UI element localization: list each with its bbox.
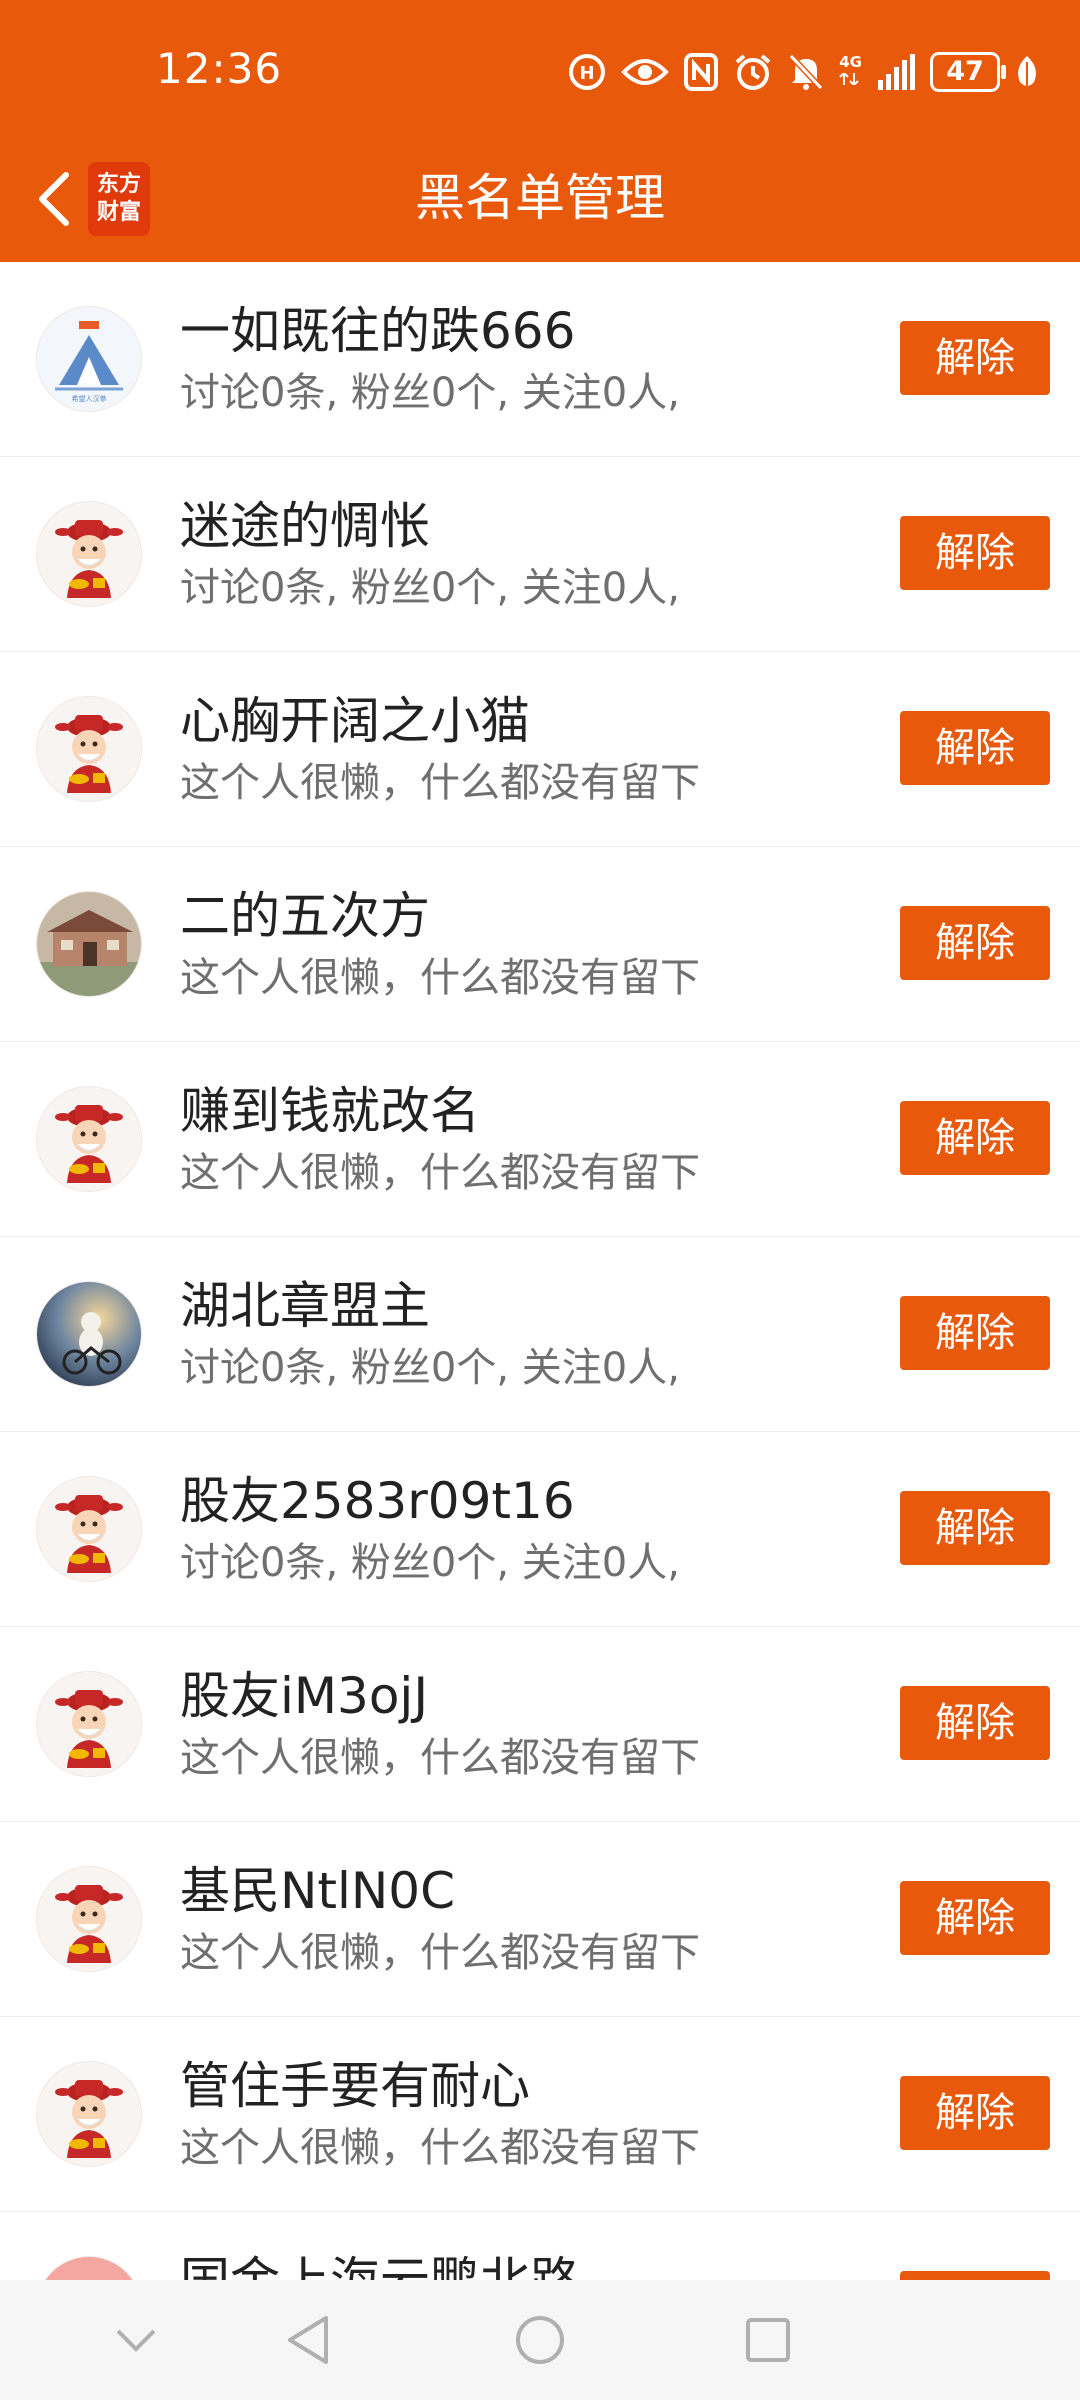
user-name: 心胸开阔之小猫 xyxy=(180,692,530,750)
avatar[interactable] xyxy=(36,2061,142,2167)
eye-icon xyxy=(621,59,670,85)
blacklist-row[interactable]: 股友2583r09t16 讨论0条, 粉丝0个, 关注0人, 解除 xyxy=(0,1432,1080,1627)
app-header: 12:36 H 4G 47 东方 财富 黑名单管理 xyxy=(0,0,1080,262)
avatar[interactable] xyxy=(36,2256,142,2280)
alarm-icon xyxy=(735,54,771,90)
signal-arrows-icon xyxy=(839,71,859,87)
user-description: 讨论0条, 粉丝0个, 关注0人, xyxy=(180,1540,680,1586)
avatar[interactable] xyxy=(36,1476,142,1582)
user-name: 赚到钱就改名 xyxy=(180,1082,480,1140)
square-recents-icon xyxy=(746,2318,790,2362)
user-description: 讨论0条, 粉丝0个, 关注0人, xyxy=(180,370,680,416)
chevron-down-icon xyxy=(116,2329,156,2352)
nav-bar: 东方 财富 黑名单管理 xyxy=(0,140,1080,262)
nfc-icon xyxy=(684,53,719,91)
user-description: 这个人很懒，什么都没有留下 xyxy=(180,2125,700,2171)
page-title: 黑名单管理 xyxy=(415,169,665,227)
user-name: 管住手要有耐心 xyxy=(180,2057,530,2115)
user-description: 这个人很懒，什么都没有留下 xyxy=(180,1735,700,1781)
user-name: 湖北章盟主 xyxy=(180,1277,430,1335)
avatar[interactable] xyxy=(36,891,142,997)
user-name: 迷途的惆怅 xyxy=(180,497,430,555)
avatar[interactable] xyxy=(36,1281,142,1387)
blacklist-row[interactable]: 国金上海云鹏北路解除 xyxy=(0,2212,1080,2280)
blacklist-row[interactable]: 股友iM3ojJ 这个人很懒，什么都没有留下 解除 xyxy=(0,1627,1080,1822)
signal-icon xyxy=(878,54,915,90)
remove-button[interactable]: 解除 xyxy=(900,711,1050,785)
blacklist: 希望人汉拳 一如既往的跌666 讨论0条, 粉丝0个, 关注0人, 解除 迷途的惆怅 讨论… xyxy=(0,262,1080,2280)
avatar[interactable] xyxy=(36,501,142,607)
remove-button[interactable]: 解除 xyxy=(900,321,1050,395)
blacklist-row[interactable]: 希望人汉拳 一如既往的跌666 讨论0条, 粉丝0个, 关注0人, 解除 xyxy=(0,262,1080,457)
avatar[interactable] xyxy=(36,696,142,802)
hd-call-icon: H xyxy=(569,54,606,90)
user-name: 二的五次方 xyxy=(180,887,430,945)
remove-button[interactable]: 解除 xyxy=(900,2076,1050,2150)
blacklist-row[interactable]: 赚到钱就改名这个人很懒，什么都没有留下 解除 xyxy=(0,1042,1080,1237)
network-type-label: 4G xyxy=(839,55,862,89)
triangle-back-icon xyxy=(288,2316,328,2364)
blacklist-row[interactable]: 基民NtlN0C 这个人很懒，什么都没有留下 解除 xyxy=(0,1822,1080,2017)
user-description: 这个人很懒，什么都没有留下 xyxy=(180,955,700,1001)
user-description: 这个人很懒，什么都没有留下 xyxy=(180,1930,700,1976)
avatar[interactable] xyxy=(36,1866,142,1972)
battery-indicator: 47 xyxy=(930,52,1006,92)
remove-button[interactable]: 解除 xyxy=(900,1296,1050,1370)
mute-icon xyxy=(789,53,824,91)
remove-button[interactable]: 解除 xyxy=(900,906,1050,980)
nav-recents-button[interactable] xyxy=(738,2310,798,2370)
leaf-icon xyxy=(1018,56,1036,88)
nav-home-button[interactable] xyxy=(510,2310,570,2370)
user-name: 一如既往的跌666 xyxy=(180,302,576,360)
blacklist-row[interactable]: 迷途的惆怅讨论0条, 粉丝0个, 关注0人, 解除 xyxy=(0,457,1080,652)
circle-home-icon xyxy=(516,2316,564,2364)
blacklist-row[interactable]: 二的五次方这个人很懒，什么都没有留下 解除 xyxy=(0,847,1080,1042)
user-name: 股友2583r09t16 xyxy=(180,1472,575,1530)
user-description: 这个人很懒，什么都没有留下 xyxy=(180,760,700,806)
status-time: 12:36 xyxy=(156,44,283,93)
remove-button[interactable]: 解除 xyxy=(900,2271,1050,2280)
svg-text:H: H xyxy=(580,63,595,84)
user-name: 国金上海云鹏北路 xyxy=(180,2250,580,2280)
avatar[interactable] xyxy=(36,1086,142,1192)
remove-button[interactable]: 解除 xyxy=(900,516,1050,590)
remove-button[interactable]: 解除 xyxy=(900,1686,1050,1760)
avatar[interactable]: 希望人汉拳 xyxy=(36,306,142,412)
status-icons: H 4G 47 xyxy=(567,48,1040,96)
user-description: 讨论0条, 粉丝0个, 关注0人, xyxy=(180,565,680,611)
status-bar: 12:36 H 4G 47 xyxy=(0,0,1080,140)
nav-back-button[interactable] xyxy=(278,2310,338,2370)
blacklist-row[interactable]: 湖北章盟主讨论0条, 粉丝0个, 关注0人, 解除 xyxy=(0,1237,1080,1432)
user-description: 讨论0条, 粉丝0个, 关注0人, xyxy=(180,1345,680,1391)
avatar[interactable] xyxy=(36,1671,142,1777)
user-name: 基民NtlN0C xyxy=(180,1862,456,1920)
remove-button[interactable]: 解除 xyxy=(900,1101,1050,1175)
user-description: 这个人很懒，什么都没有留下 xyxy=(180,1150,700,1196)
user-name: 股友iM3ojJ xyxy=(180,1667,429,1725)
svg-text:希望人汉拳: 希望人汉拳 xyxy=(72,394,107,403)
blacklist-row[interactable]: 心胸开阔之小猫这个人很懒，什么都没有留下 解除 xyxy=(0,652,1080,847)
blacklist-row[interactable]: 管住手要有耐心这个人很懒，什么都没有留下 解除 xyxy=(0,2017,1080,2212)
hide-nav-button[interactable] xyxy=(106,2310,166,2370)
system-nav-bar xyxy=(0,2280,1080,2400)
remove-button[interactable]: 解除 xyxy=(900,1881,1050,1955)
remove-button[interactable]: 解除 xyxy=(900,1491,1050,1565)
